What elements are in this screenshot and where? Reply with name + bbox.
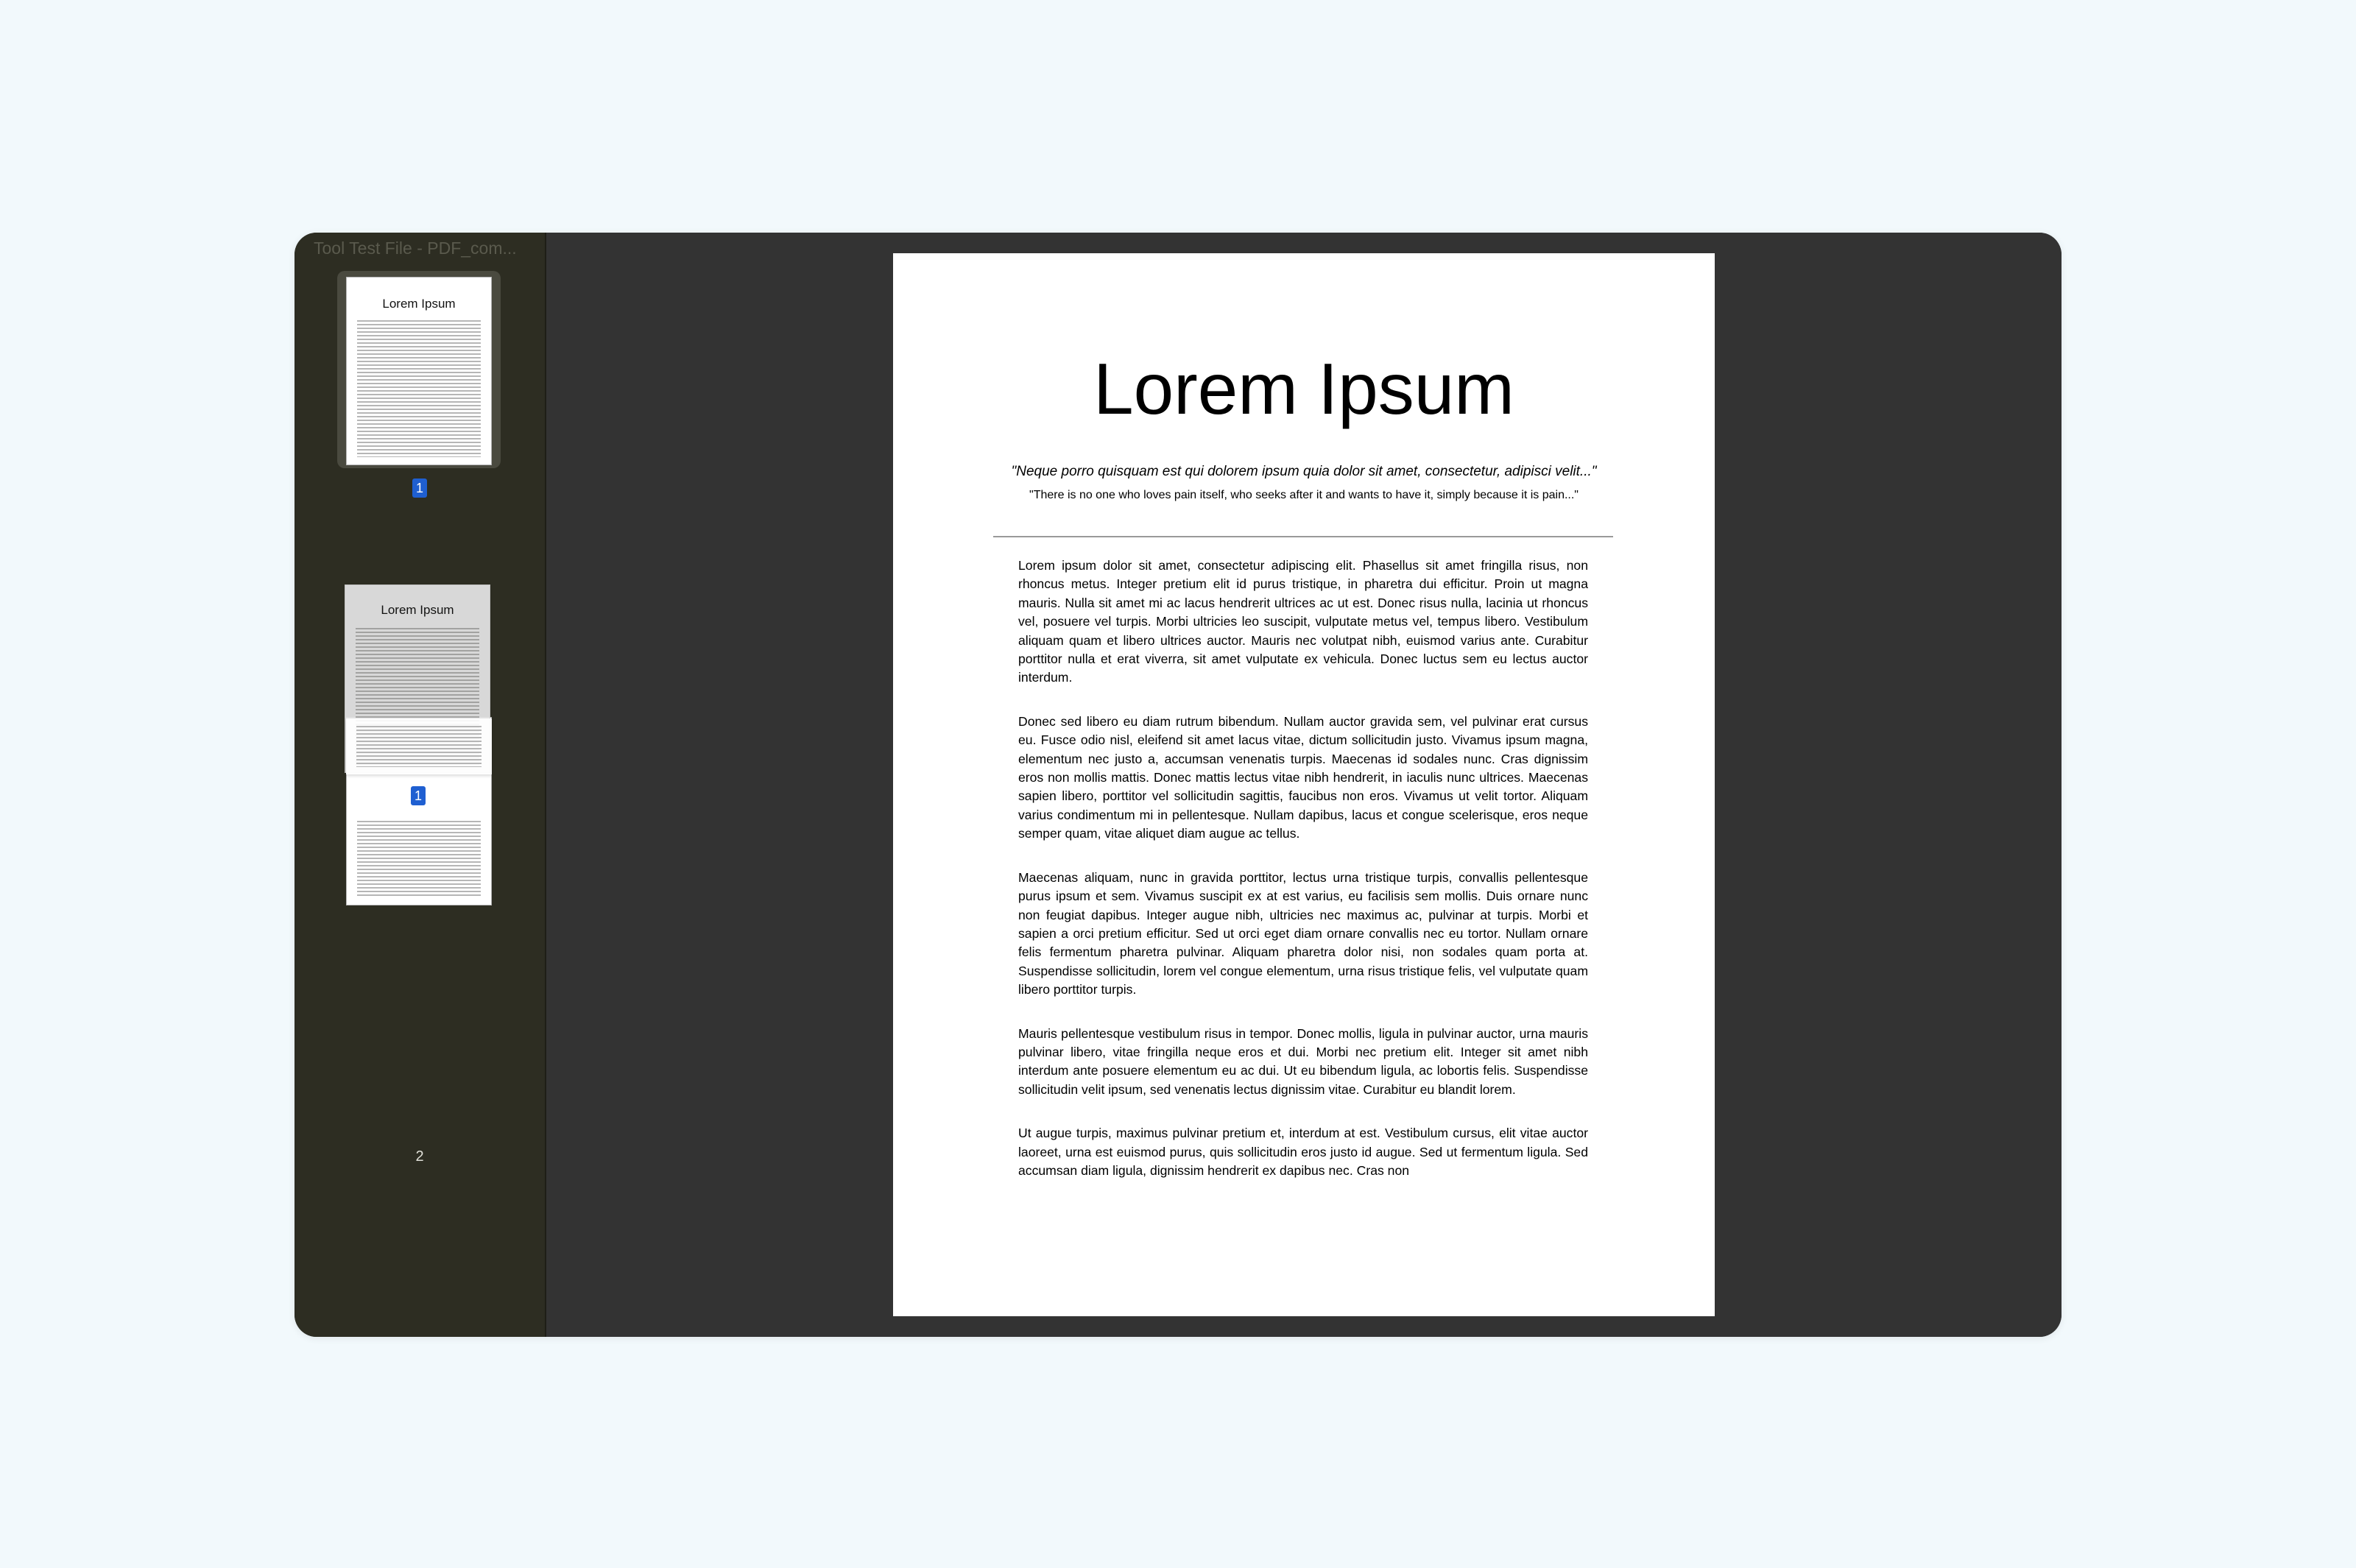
drag-page-badge: 1: [411, 786, 426, 805]
italic-quote: "Neque porro quisquam est qui dolorem ip…: [1011, 464, 1597, 479]
pdf-page: Lorem Ipsum "Neque porro quisquam est qu…: [893, 253, 1715, 1316]
plain-quote: "There is no one who loves pain itself, …: [1029, 489, 1579, 501]
document-title: Tool Test File - PDF_com...: [314, 239, 517, 258]
paragraph: Ut augue turpis, maximus pulvinar pretiu…: [1018, 1126, 1588, 1178]
thumbnail-text-lines: [357, 320, 481, 457]
paragraph: Donec sed libero eu diam rutrum bibendum…: [1018, 713, 1588, 841]
paragraph: Maecenas aliquam, nunc in gravida portti…: [1018, 869, 1588, 997]
divider: [993, 536, 1613, 537]
thumbnail-sidebar[interactable]: Tool Test File - PDF_com... Lorem Ipsum …: [294, 233, 722, 1337]
thumbnail-title: Lorem Ipsum: [381, 603, 454, 617]
page-badge-1: 1: [412, 478, 427, 498]
page-body: Lorem ipsum dolor sit amet, consectetur …: [1018, 557, 1588, 1205]
drag-preview-strip: [346, 718, 492, 774]
page-number-label-2: 2: [415, 1148, 424, 1165]
page-thumbnail-1[interactable]: Lorem Ipsum: [346, 277, 492, 465]
thumbnail-title: Lorem Ipsum: [382, 297, 456, 311]
page-heading: Lorem Ipsum: [1093, 348, 1514, 429]
paragraph: Lorem ipsum dolor sit amet, consectetur …: [1018, 558, 1588, 685]
paragraph: Mauris pellentesque vestibulum risus in …: [1018, 1025, 1588, 1097]
thumbnail-text-lines: [357, 821, 481, 897]
thumbnail-text-lines: [356, 726, 482, 767]
